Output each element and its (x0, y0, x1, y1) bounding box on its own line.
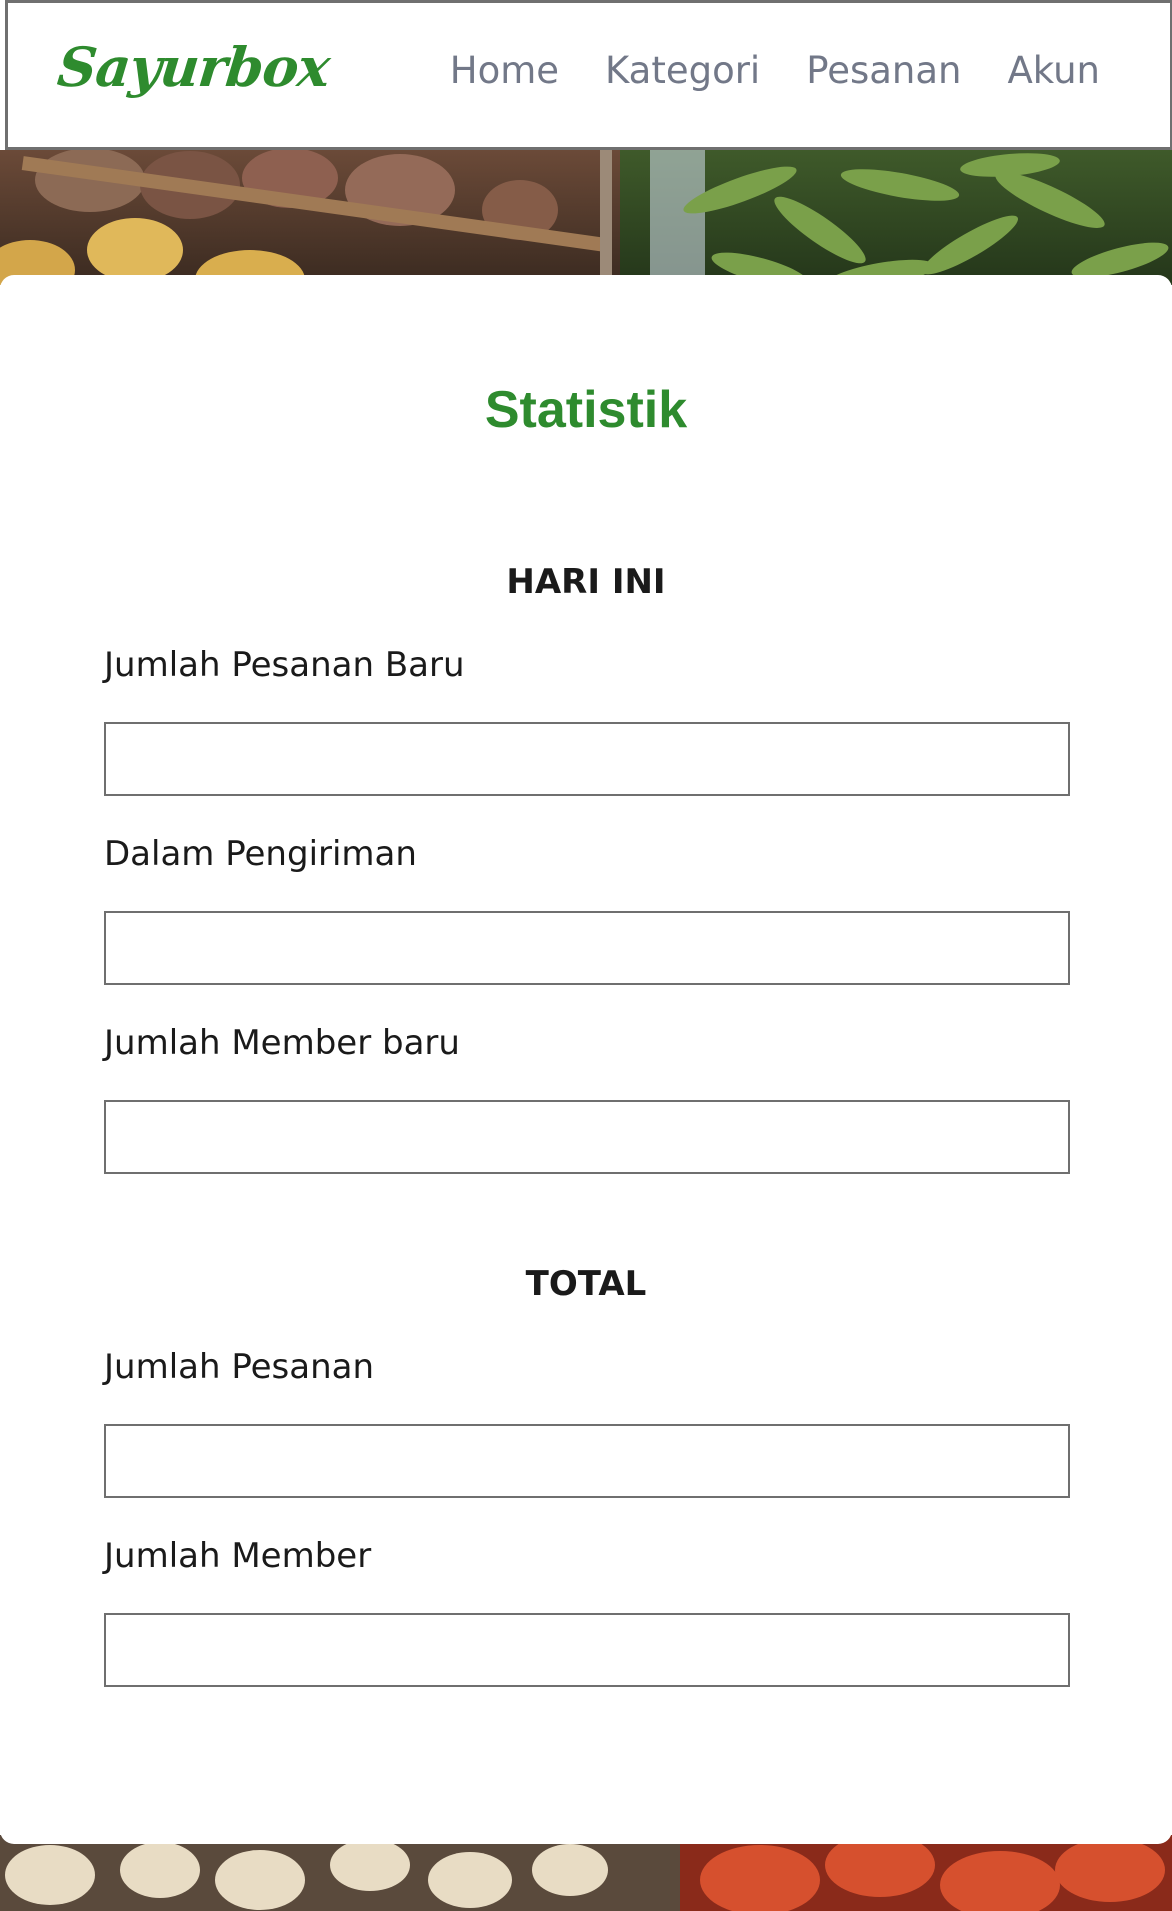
produce-banner-top (0, 150, 1172, 285)
page-title: Statistik (484, 381, 688, 439)
new-orders-field[interactable] (104, 722, 1070, 796)
total-members-field[interactable] (104, 1613, 1070, 1687)
produce-banner-bottom (0, 1835, 1172, 1911)
section-heading-today: HARI INI (506, 562, 666, 602)
statistics-card: Statistik HARI INI Jumlah Pesanan Baru D… (0, 275, 1172, 1844)
nav-kategori[interactable]: Kategori (605, 49, 760, 92)
total-orders-field[interactable] (104, 1424, 1070, 1498)
label-in-delivery: Dalam Pengiriman (104, 834, 417, 874)
nav-pesanan[interactable]: Pesanan (806, 49, 961, 92)
nav-akun[interactable]: Akun (1008, 49, 1101, 92)
in-delivery-field[interactable] (104, 911, 1070, 985)
nav-home[interactable]: Home (450, 49, 559, 92)
section-heading-total: TOTAL (525, 1264, 647, 1304)
new-members-field[interactable] (104, 1100, 1070, 1174)
label-new-orders: Jumlah Pesanan Baru (104, 645, 465, 685)
label-new-members: Jumlah Member baru (104, 1023, 460, 1063)
main-nav: Home Kategori Pesanan Akun (450, 49, 1100, 92)
label-total-orders: Jumlah Pesanan (104, 1347, 375, 1387)
label-total-members: Jumlah Member (104, 1536, 372, 1576)
sayurbox-logo[interactable]: Sayurbox (55, 35, 333, 99)
top-navbar: Sayurbox Home Kategori Pesanan Akun (5, 0, 1172, 150)
